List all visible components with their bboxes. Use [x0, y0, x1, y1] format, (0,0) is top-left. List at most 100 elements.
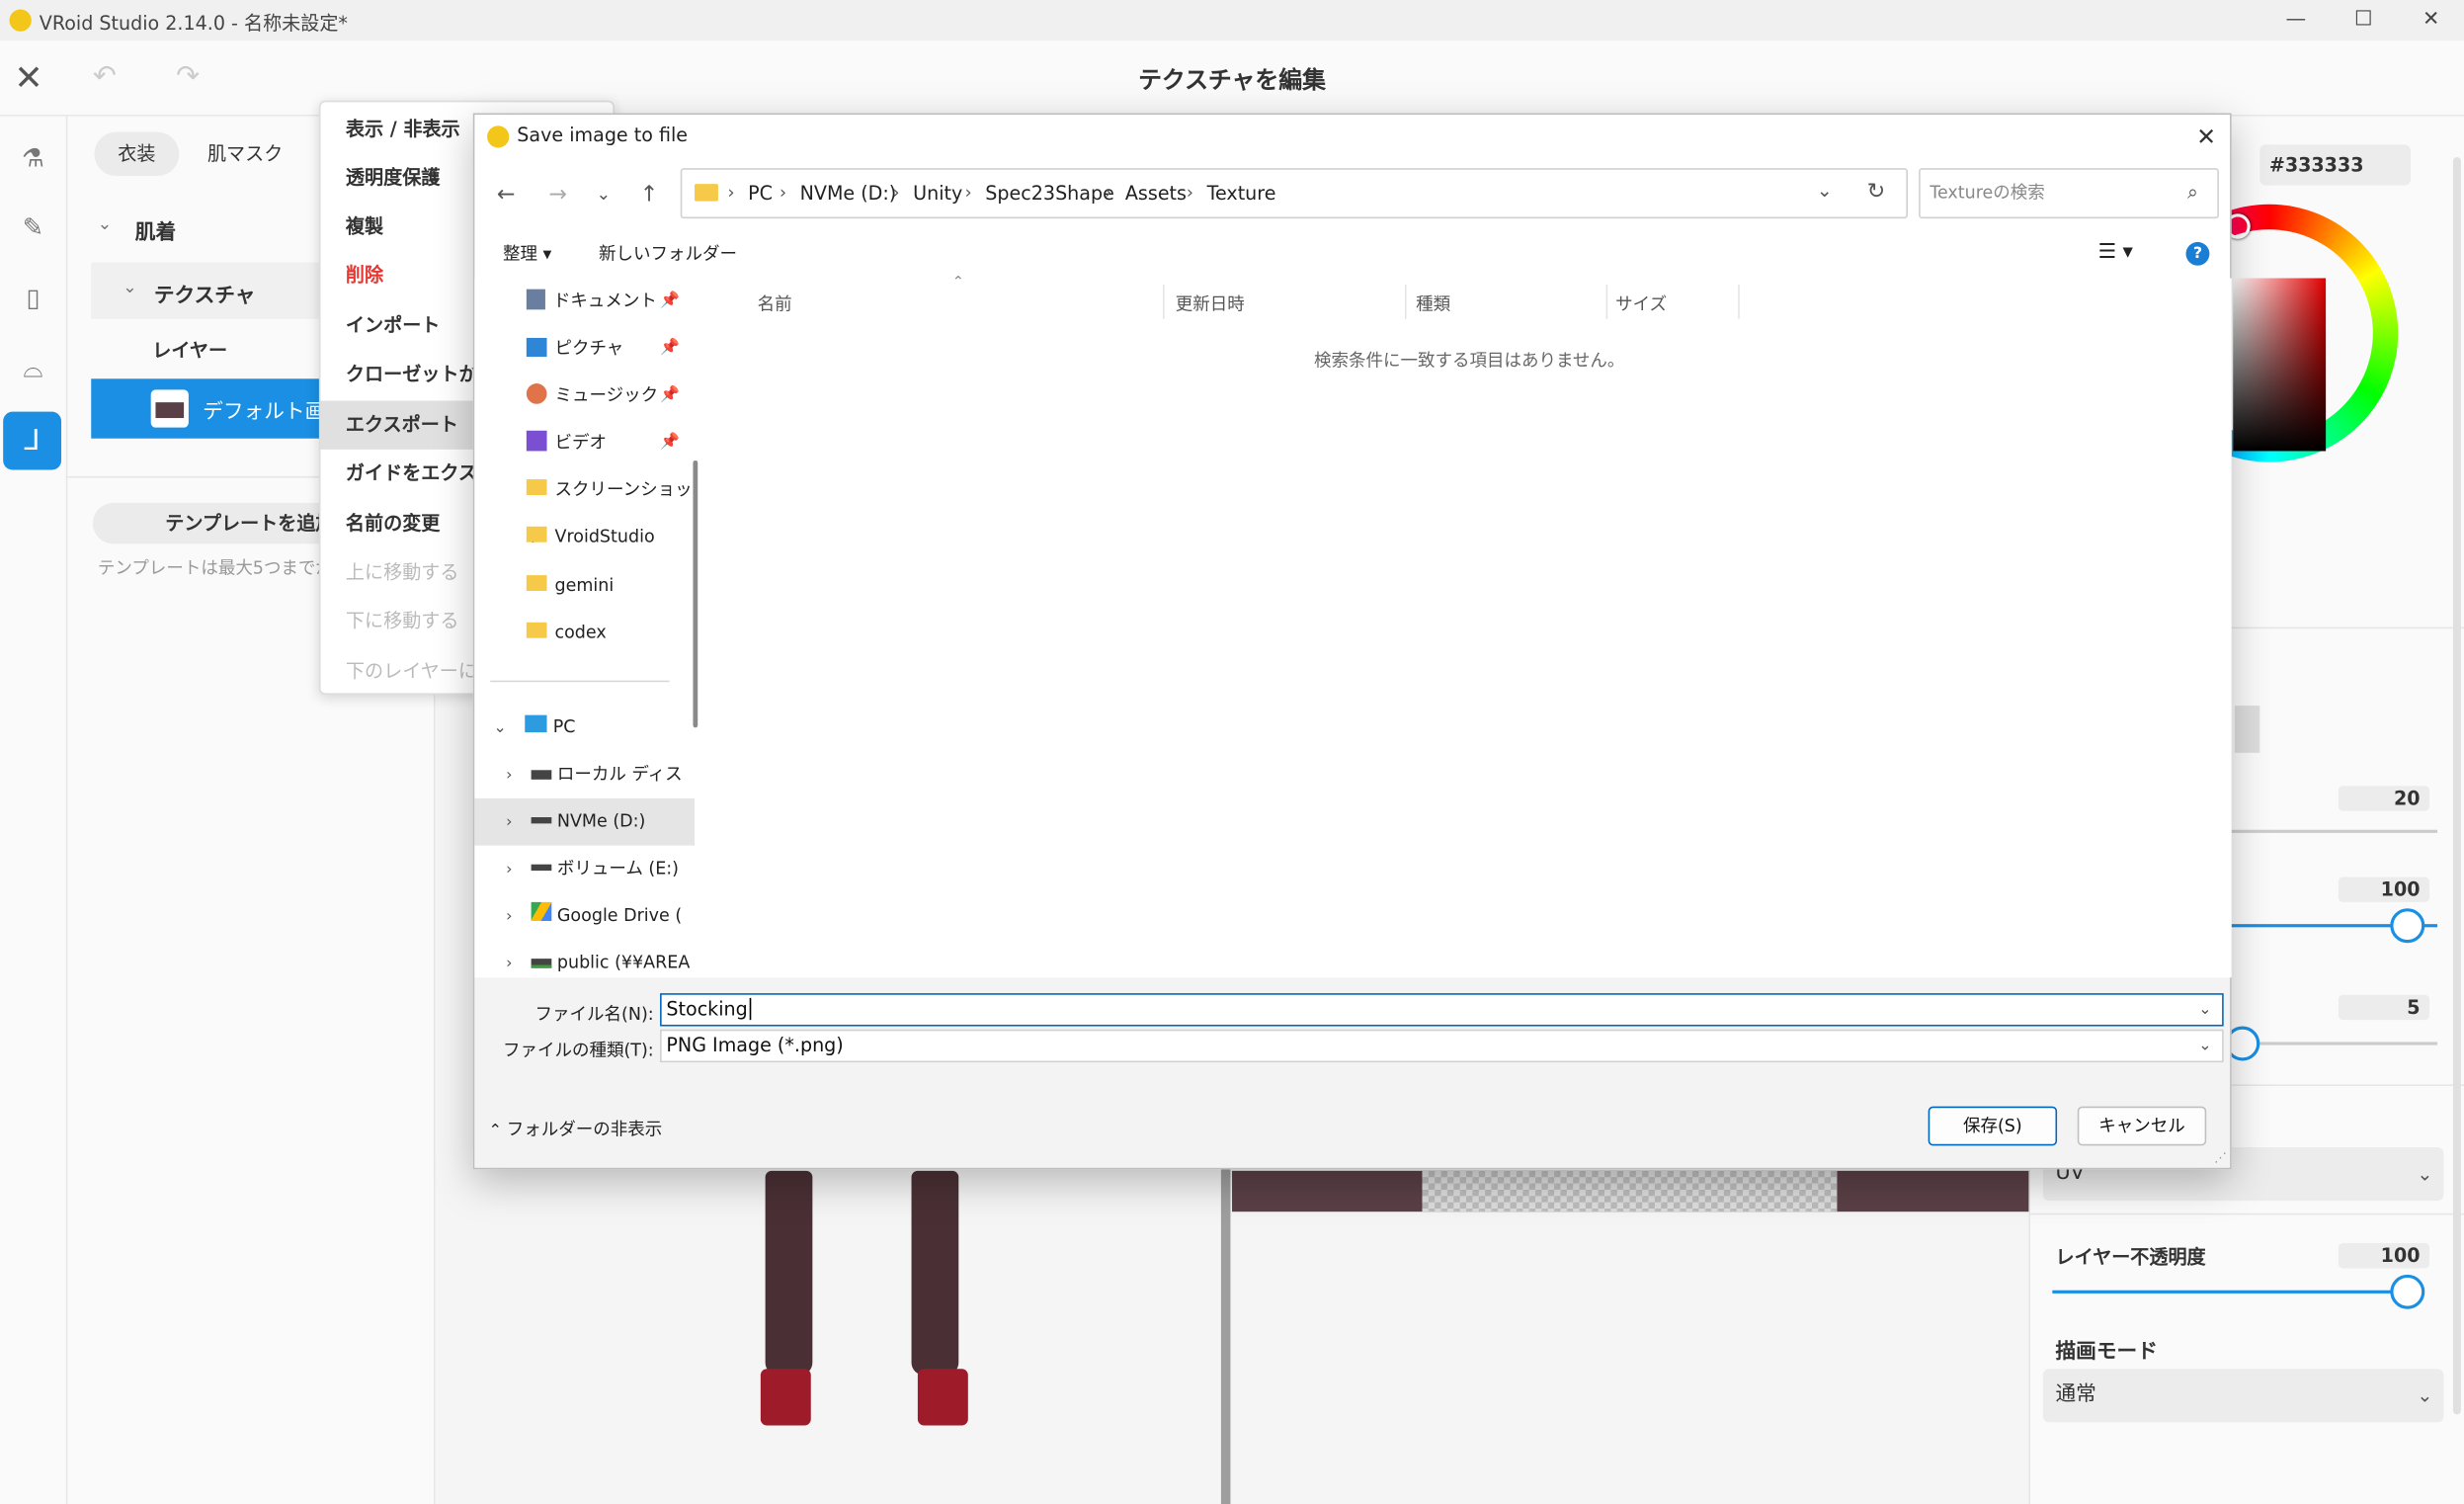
dialog-close-button[interactable]: ✕ [2190, 121, 2222, 152]
layer-opacity-knob[interactable] [2390, 1274, 2425, 1309]
nav-pane-scrollbar[interactable] [693, 460, 698, 728]
nav-music[interactable]: ミュージック 📌 [474, 373, 695, 420]
model-leg-left [765, 1170, 813, 1376]
section-underwear[interactable]: 肌着 [135, 215, 176, 245]
chevron-down-icon[interactable]: ⌄ [493, 719, 506, 736]
shield-icon[interactable]: ⌓ [13, 349, 53, 389]
slider2-value[interactable]: 100 [2338, 877, 2430, 902]
pictures-icon [526, 337, 547, 358]
address-bar[interactable]: › PC › NVMe (D:) › Unity › Spec23Shape ›… [680, 168, 1908, 219]
nav-vroidstudio[interactable]: VroidStudio [474, 514, 695, 561]
resize-grip-icon[interactable]: ⋰ [2214, 1150, 2227, 1164]
layer-opacity-track[interactable] [2052, 1290, 2407, 1294]
nav-gemini[interactable]: gemini [474, 562, 695, 610]
pin-icon: 📌 [660, 386, 680, 404]
forward-arrow-icon[interactable]: → [540, 178, 575, 212]
filename-value: Stocking [666, 997, 748, 1021]
layers-label: レイヤー [152, 339, 228, 362]
window-title: VRoid Studio 2.14.0 - 名称未設定* [39, 12, 348, 35]
breadcrumb-unity[interactable]: Unity [913, 182, 962, 204]
view-options-button[interactable]: ☰ ▾ [2097, 240, 2132, 264]
pin-icon: 📌 [660, 339, 680, 358]
draw-mode-select[interactable]: 通常 ⌄ [2042, 1369, 2444, 1423]
up-arrow-icon[interactable]: ↑ [631, 178, 666, 212]
nav-volume-e[interactable]: › ボリューム (E:) [474, 846, 695, 893]
window-close-button[interactable]: ✕ [2416, 6, 2447, 35]
chevron-down-icon[interactable]: ⌄ [2198, 1031, 2211, 1060]
breadcrumb-spec23shape[interactable]: Spec23Shape [985, 182, 1114, 204]
window-titlebar: VRoid Studio 2.14.0 - 名称未設定* — ☐ ✕ [0, 0, 2464, 42]
layer-opacity-label: レイヤー不透明度 [2055, 1246, 2206, 1269]
nav-documents[interactable]: ドキュメント 📌 [474, 279, 695, 326]
nav-screenshots[interactable]: スクリーンショット [474, 466, 695, 546]
flask-icon[interactable]: ⚗ [13, 138, 53, 179]
nav-pictures[interactable]: ピクチャ 📌 [474, 325, 695, 373]
file-list-pane[interactable]: ⌃ 名前 更新日時 種類 サイズ 検索条件に一致する項目はありません。 [706, 275, 2232, 978]
recent-locations-chevron-icon[interactable]: ⌄ [586, 178, 620, 212]
chevron-right-icon[interactable]: › [506, 814, 512, 831]
slider2-knob[interactable] [2390, 908, 2425, 944]
filename-input[interactable]: Stocking ⌄ [660, 993, 2224, 1027]
search-input[interactable] [1930, 169, 2181, 214]
folder-icon [695, 184, 718, 202]
minimize-button[interactable]: — [2280, 6, 2312, 35]
breadcrumb-texture[interactable]: Texture [1207, 182, 1276, 204]
maximize-button[interactable]: ☐ [2347, 6, 2379, 35]
column-name[interactable]: 名前 [758, 291, 792, 315]
help-icon[interactable]: ? [2185, 241, 2210, 266]
refresh-icon[interactable]: ↻ [1867, 179, 1886, 204]
brush-icon[interactable]: ✎ [13, 208, 53, 248]
hide-folders-button[interactable]: ⌃ フォルダーの非表示 [489, 1116, 663, 1140]
nav-pc[interactable]: ⌄ PC [474, 704, 695, 751]
saturation-value-picker[interactable] [2233, 278, 2327, 452]
nav-google-drive[interactable]: › Google Drive ( [474, 892, 695, 940]
right-panel-scrollbar[interactable] [2452, 157, 2461, 1415]
search-icon[interactable]: ⌕ [2187, 181, 2198, 205]
new-folder-button[interactable]: 新しいフォルダー [599, 240, 737, 265]
music-icon [526, 383, 547, 404]
slider3-value[interactable]: 5 [2338, 994, 2430, 1021]
pin-icon: 📌 [660, 433, 680, 452]
layer-name: デフォルト画 [203, 400, 326, 425]
back-arrow-icon[interactable]: ← [489, 178, 524, 212]
network-drive-icon [530, 959, 551, 968]
filetype-value: PNG Image (*.png) [666, 1034, 844, 1056]
search-box[interactable]: ⌕ [1919, 168, 2219, 219]
layer-opacity-value[interactable]: 100 [2338, 1243, 2430, 1269]
column-size[interactable]: サイズ [1615, 291, 1667, 315]
filetype-select[interactable]: PNG Image (*.png) ⌄ [660, 1029, 2224, 1063]
column-type[interactable]: 種類 [1416, 291, 1450, 315]
save-file-dialog: Save image to file ✕ ← → ⌄ ↑ › PC › NVMe… [472, 113, 2232, 1170]
tab-costume[interactable]: 衣装 [94, 131, 180, 177]
cancel-button[interactable]: キャンセル [2077, 1106, 2207, 1146]
nav-codex[interactable]: codex [474, 610, 695, 657]
tab-skin-mask[interactable]: 肌マスク [184, 132, 306, 177]
vroid-logo-icon [9, 9, 32, 32]
slider1-value[interactable]: 20 [2338, 786, 2430, 811]
chevron-right-icon[interactable]: › [506, 862, 512, 878]
section-texture[interactable]: テクスチャ [154, 279, 256, 308]
color-hex-value[interactable]: #333333 [2259, 144, 2411, 186]
breadcrumb-assets[interactable]: Assets [1125, 182, 1187, 204]
nav-nvme-drive[interactable]: › NVMe (D:) [474, 797, 696, 846]
save-button[interactable]: 保存(S) [1928, 1106, 2058, 1146]
chevron-right-icon[interactable]: › [506, 767, 512, 784]
chevron-down-icon[interactable]: ⌄ [123, 277, 137, 297]
texture-transparent-area [1422, 1170, 1838, 1212]
chevron-down-icon[interactable]: ⌄ [98, 213, 113, 234]
breadcrumb-nvme[interactable]: NVMe (D:) [800, 182, 897, 204]
chevron-down-icon: ⌄ [2417, 1162, 2433, 1186]
nav-public-network[interactable]: › public (¥¥AREA [474, 940, 695, 977]
address-history-chevron-icon[interactable]: ⌄ [1817, 179, 1833, 201]
nav-local-disk[interactable]: › ローカル ディスク [474, 751, 695, 833]
chevron-down-icon[interactable]: ⌄ [2198, 995, 2211, 1025]
nav-videos[interactable]: ビデオ 📌 [474, 420, 695, 467]
shirt-icon[interactable]: ▯ [13, 279, 53, 319]
chevron-right-icon[interactable]: › [506, 908, 512, 925]
boot-icon[interactable]: ⅃ [3, 411, 62, 470]
chevron-down-icon: ⌄ [2417, 1384, 2433, 1407]
breadcrumb-pc[interactable]: PC [748, 182, 773, 204]
column-modified[interactable]: 更新日時 [1176, 291, 1245, 315]
chevron-right-icon[interactable]: › [506, 956, 512, 972]
organize-button[interactable]: 整理 ▾ [503, 240, 551, 265]
